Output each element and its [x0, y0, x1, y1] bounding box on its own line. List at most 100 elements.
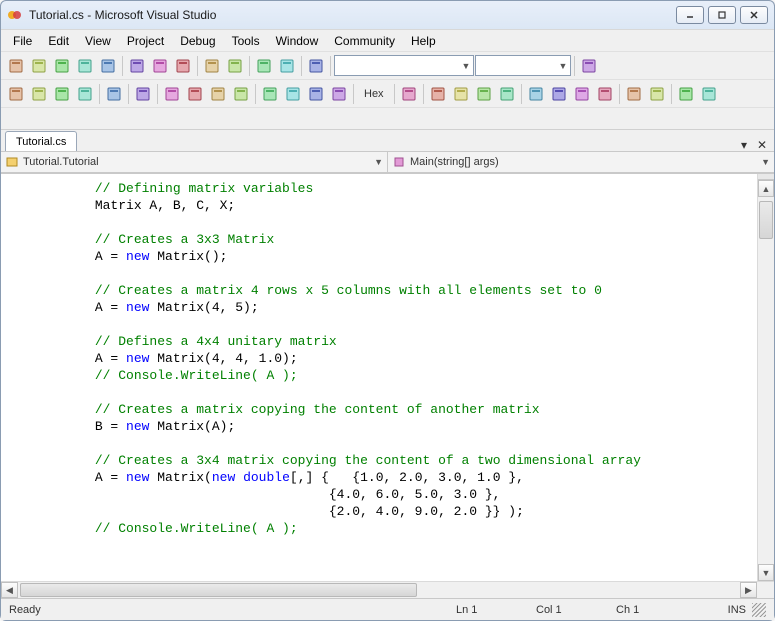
menu-edit[interactable]: Edit — [40, 32, 77, 50]
new-project-icon[interactable] — [5, 55, 27, 77]
horizontal-scrollbar[interactable]: ◀ ▶ — [1, 581, 774, 598]
pause-icon[interactable] — [184, 83, 206, 105]
book2-icon[interactable] — [698, 83, 720, 105]
close-tab-icon[interactable]: ✕ — [756, 139, 768, 151]
b4-icon[interactable] — [496, 83, 518, 105]
menu-file[interactable]: File — [5, 32, 40, 50]
find-icon[interactable] — [578, 55, 600, 77]
tab-dropdown-icon[interactable]: ▾ — [738, 139, 750, 151]
toolbar-separator — [255, 84, 256, 104]
toolbar-separator — [423, 84, 424, 104]
menu-window[interactable]: Window — [268, 32, 327, 50]
proc-icon[interactable] — [5, 83, 27, 105]
toolbar-separator — [671, 84, 672, 104]
redo-icon[interactable] — [224, 55, 246, 77]
class-dropdown[interactable]: Tutorial.Tutorial ▼ — [1, 152, 388, 172]
w3-icon[interactable] — [571, 83, 593, 105]
w1-icon[interactable] — [525, 83, 547, 105]
next-stmt-icon[interactable] — [259, 83, 281, 105]
menu-project[interactable]: Project — [119, 32, 172, 50]
menu-view[interactable]: View — [77, 32, 119, 50]
save-all-icon[interactable] — [97, 55, 119, 77]
thread-icon[interactable] — [103, 83, 125, 105]
scroll-up-button[interactable]: ▲ — [758, 180, 774, 197]
hscroll-thumb[interactable] — [20, 583, 417, 597]
b3-icon[interactable] — [473, 83, 495, 105]
member-dropdown[interactable]: Main(string[] args) ▼ — [388, 152, 774, 172]
toolbar-separator — [157, 84, 158, 104]
menu-tools[interactable]: Tools — [224, 32, 268, 50]
toolbar-separator — [197, 56, 198, 76]
start-icon[interactable] — [305, 55, 327, 77]
hex-toggle-button[interactable]: Hex — [357, 83, 391, 105]
vscroll-thumb[interactable] — [759, 201, 773, 239]
undo-icon[interactable] — [201, 55, 223, 77]
book1-icon[interactable] — [675, 83, 697, 105]
minimize-button[interactable] — [676, 6, 704, 24]
scroll-left-button[interactable]: ◀ — [1, 582, 18, 598]
play-icon[interactable] — [161, 83, 183, 105]
menubar: FileEditViewProjectDebugToolsWindowCommu… — [1, 29, 774, 51]
combo-solution[interactable]: ▼ — [334, 55, 474, 76]
status-ready: Ready — [9, 604, 456, 616]
document-tab[interactable]: Tutorial.cs — [5, 131, 77, 151]
close-button[interactable] — [740, 6, 768, 24]
step-over-icon[interactable] — [51, 83, 73, 105]
class-dropdown-text: Tutorial.Tutorial — [23, 156, 374, 168]
step-out-icon[interactable] — [74, 83, 96, 105]
statusbar: Ready Ln 1 Col 1 Ch 1 INS — [1, 598, 774, 620]
stop-icon[interactable] — [207, 83, 229, 105]
toolbar-separator — [99, 84, 100, 104]
menu-debug[interactable]: Debug — [172, 32, 223, 50]
chevron-down-icon: ▼ — [459, 61, 473, 71]
status-ch: Ch 1 — [616, 604, 696, 616]
step-into2-icon[interactable] — [282, 83, 304, 105]
w2-icon[interactable] — [548, 83, 570, 105]
code-editor[interactable]: // Defining matrix variables Matrix A, B… — [1, 174, 757, 581]
status-line: Ln 1 — [456, 604, 536, 616]
navigation-bar: Tutorial.Tutorial ▼ Main(string[] args) … — [1, 151, 774, 173]
step-over2-icon[interactable] — [305, 83, 327, 105]
toolbar-separator — [394, 84, 395, 104]
toolbar-separator — [128, 84, 129, 104]
w4-icon[interactable] — [594, 83, 616, 105]
nav-back-icon[interactable] — [253, 55, 275, 77]
status-ins: INS — [696, 604, 746, 616]
vertical-scrollbar[interactable]: ▲ ▼ — [757, 174, 774, 581]
step-out2-icon[interactable] — [328, 83, 350, 105]
hscroll-track[interactable] — [18, 582, 740, 598]
list-icon[interactable] — [132, 83, 154, 105]
t1-icon[interactable] — [623, 83, 645, 105]
resize-grip[interactable] — [752, 603, 766, 617]
tab-label: Tutorial.cs — [16, 136, 66, 148]
scroll-right-button[interactable]: ▶ — [740, 582, 757, 598]
open-icon[interactable] — [51, 55, 73, 77]
cut-icon[interactable] — [126, 55, 148, 77]
menu-help[interactable]: Help — [403, 32, 444, 50]
titlebar[interactable]: Tutorial.cs - Microsoft Visual Studio — [1, 1, 774, 29]
status-col: Col 1 — [536, 604, 616, 616]
t2-icon[interactable] — [646, 83, 668, 105]
toolbar-separator — [122, 56, 123, 76]
toolbar-separator — [521, 84, 522, 104]
vs-app-icon — [7, 7, 23, 23]
restart-icon[interactable] — [230, 83, 252, 105]
add-item-icon[interactable] — [28, 55, 50, 77]
b2-icon[interactable] — [450, 83, 472, 105]
copy-icon[interactable] — [149, 55, 171, 77]
paste-icon[interactable] — [172, 55, 194, 77]
save-icon[interactable] — [74, 55, 96, 77]
breakpoint-icon[interactable] — [398, 83, 420, 105]
nav-fwd-icon[interactable] — [276, 55, 298, 77]
step-into-icon[interactable] — [28, 83, 50, 105]
chevron-down-icon: ▼ — [374, 157, 383, 167]
vscroll-track[interactable] — [758, 197, 774, 564]
b1-icon[interactable] — [427, 83, 449, 105]
method-icon — [392, 155, 406, 169]
menu-community[interactable]: Community — [326, 32, 403, 50]
scroll-down-button[interactable]: ▼ — [758, 564, 774, 581]
hex-label: Hex — [362, 88, 386, 100]
maximize-button[interactable] — [708, 6, 736, 24]
combo-platform[interactable]: ▼ — [475, 55, 571, 76]
toolbar-separator — [574, 56, 575, 76]
